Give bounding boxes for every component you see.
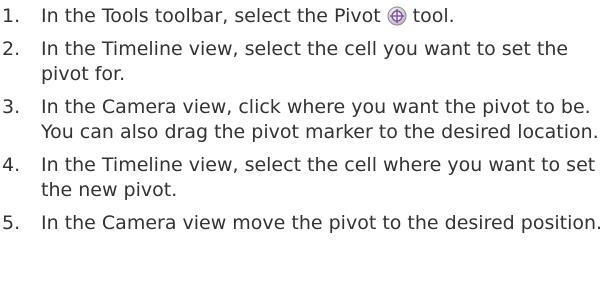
step-number: 5. — [2, 212, 21, 234]
step-text: In the Timeline view, select the cell yo… — [41, 38, 569, 85]
step-4: 4. In the Timeline view, select the cell… — [0, 153, 608, 203]
pivot-tool-icon — [387, 6, 407, 26]
step-text: In the Camera view, click where you want… — [41, 96, 599, 143]
step-2: 2. In the Timeline view, select the cell… — [0, 37, 608, 87]
instruction-steps-list: 1. In the Tools toolbar, select the Pivo… — [0, 0, 608, 244]
step-number: 2. — [2, 38, 21, 60]
step-number: 3. — [2, 96, 21, 118]
step-text-after-icon: tool. — [412, 5, 455, 27]
step-1: 1. In the Tools toolbar, select the Pivo… — [0, 0, 608, 29]
step-text-before-icon: In the Tools toolbar, select the Pivot — [41, 5, 381, 27]
step-5: 5. In the Camera view move the pivot to … — [0, 211, 608, 236]
step-text: In the Timeline view, select the cell wh… — [41, 154, 596, 201]
step-3: 3. In the Camera view, click where you w… — [0, 95, 608, 145]
step-number: 1. — [2, 5, 21, 27]
step-number: 4. — [2, 154, 21, 176]
step-text: In the Camera view move the pivot to the… — [41, 212, 603, 234]
